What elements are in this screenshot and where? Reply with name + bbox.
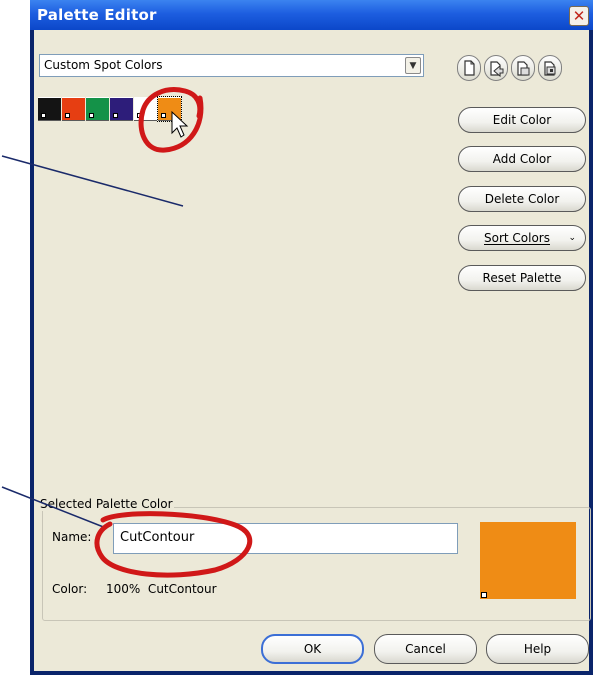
- save-as-palette-icon: [544, 61, 556, 76]
- open-palette-icon: [490, 61, 504, 78]
- sort-colors-button[interactable]: Sort Colors ⌄: [458, 225, 586, 251]
- preview-marker: [481, 592, 487, 598]
- color-preview: [480, 522, 576, 599]
- add-color-button[interactable]: Add Color: [458, 146, 586, 172]
- save-palette-icon: [517, 61, 530, 76]
- swatch-marker: [161, 113, 166, 118]
- ok-button[interactable]: OK: [261, 634, 364, 664]
- save-as-palette-button[interactable]: [538, 55, 562, 81]
- sort-colors-label: Sort Colors: [484, 231, 550, 245]
- swatch[interactable]: [110, 97, 133, 121]
- reset-palette-button[interactable]: Reset Palette: [458, 265, 586, 291]
- swatch-marker: [89, 113, 94, 118]
- new-palette-button[interactable]: [457, 55, 481, 81]
- color-value: 100% CutContour: [106, 582, 217, 596]
- help-button[interactable]: Help: [486, 634, 589, 664]
- edit-color-button[interactable]: Edit Color: [458, 107, 586, 133]
- dialog-body: Custom Spot Colors ▼ Edit Color Add Colo…: [34, 30, 591, 671]
- swatch[interactable]: [38, 97, 61, 121]
- palette-select[interactable]: Custom Spot Colors ▼: [39, 54, 424, 77]
- delete-color-button[interactable]: Delete Color: [458, 186, 586, 212]
- window-title: Palette Editor: [37, 6, 157, 24]
- chevron-down-icon[interactable]: ▼: [405, 57, 421, 74]
- swatch-marker: [41, 113, 46, 118]
- swatch[interactable]: [62, 97, 85, 121]
- swatch-selected[interactable]: [157, 96, 182, 122]
- color-name-input[interactable]: CutContour: [113, 523, 458, 554]
- swatch-marker: [65, 113, 70, 118]
- palette-editor-window: Palette Editor ✕ Custom Spot Colors ▼ Ed…: [30, 0, 593, 675]
- selected-color-legend: Selected Palette Color: [39, 497, 174, 511]
- swatch-marker: [137, 113, 142, 118]
- chevron-down-icon: ⌄: [568, 233, 576, 243]
- swatch-marker: [113, 113, 118, 118]
- color-name-value: CutContour: [120, 530, 195, 545]
- color-label: Color:: [52, 582, 88, 596]
- title-bar[interactable]: Palette Editor ✕: [30, 0, 593, 30]
- name-label: Name:: [52, 530, 92, 544]
- palette-select-value: Custom Spot Colors: [44, 58, 163, 72]
- cancel-button[interactable]: Cancel: [374, 634, 477, 664]
- close-icon: ✕: [572, 6, 586, 25]
- open-palette-button[interactable]: [484, 55, 508, 81]
- save-palette-button[interactable]: [511, 55, 535, 81]
- new-palette-icon: [464, 60, 475, 76]
- close-button[interactable]: ✕: [569, 6, 589, 26]
- swatch[interactable]: [134, 97, 157, 121]
- swatch[interactable]: [86, 97, 109, 121]
